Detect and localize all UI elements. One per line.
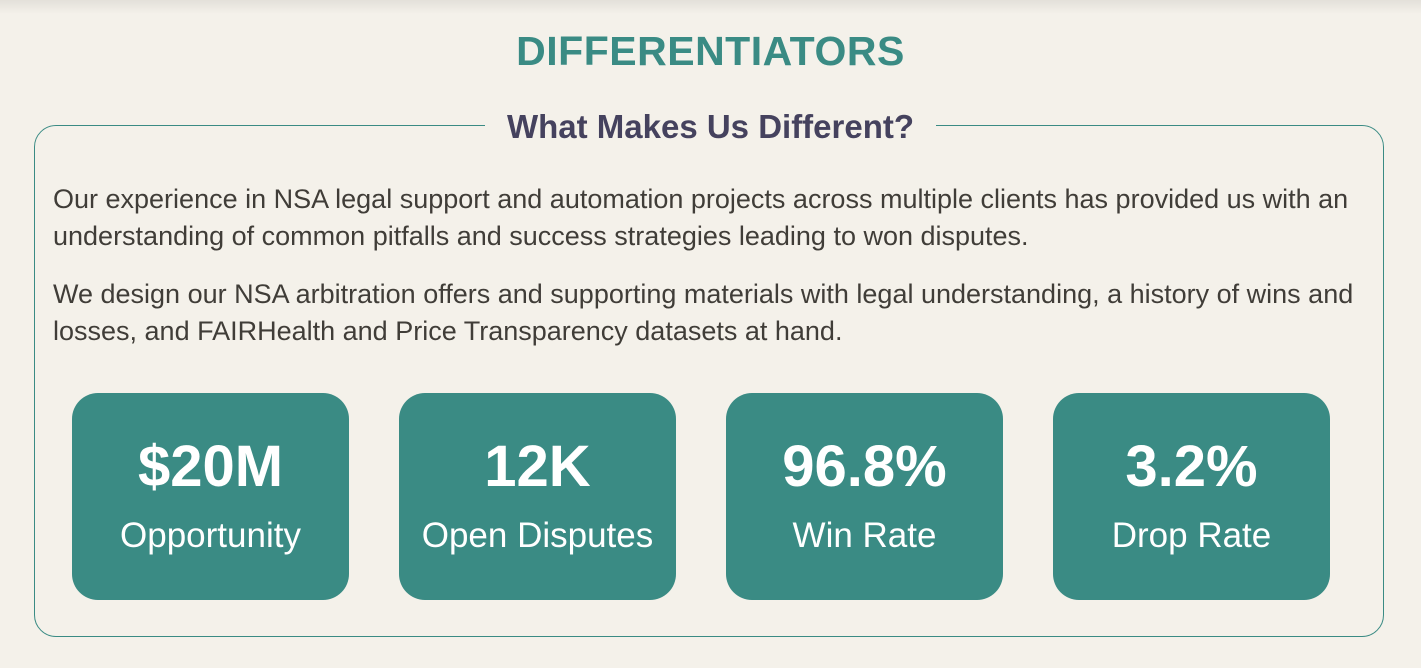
stat-card-win-rate: 96.8% Win Rate: [726, 393, 1003, 600]
stat-value: 96.8%: [782, 434, 947, 499]
stat-label: Drop Rate: [1111, 516, 1272, 555]
stat-card-open-disputes: 12K Open Disputes: [399, 393, 676, 600]
stat-label: Win Rate: [792, 516, 937, 555]
design-paragraph: We design our NSA arbitration offers and…: [53, 279, 1354, 346]
stat-value: 3.2%: [1125, 434, 1258, 499]
stat-value: 12K: [484, 434, 591, 499]
section-title: DIFFERENTIATORS: [516, 28, 905, 74]
stat-value: $20M: [137, 434, 284, 499]
experience-paragraph: Our experience in NSA legal support and …: [53, 184, 1349, 251]
stat-card-opportunity: $20M Opportunity: [72, 393, 349, 600]
stat-card-drop-rate: 3.2% Drop Rate: [1053, 393, 1330, 600]
stat-label: Opportunity: [120, 516, 301, 555]
top-shadow: [0, 0, 1421, 14]
stat-label: Open Disputes: [421, 516, 654, 555]
panel-title: What Makes Us Different?: [484, 104, 937, 150]
